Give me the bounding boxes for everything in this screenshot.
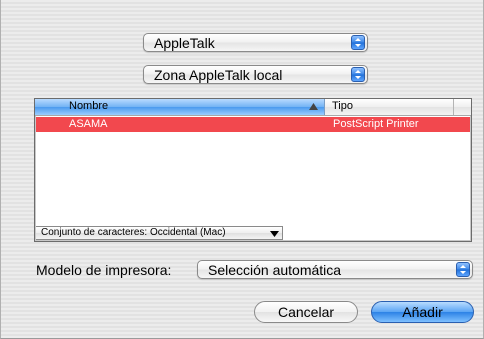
zone-popup[interactable]: Zona AppleTalk local bbox=[143, 65, 368, 84]
cancel-button[interactable]: Cancelar bbox=[254, 301, 358, 323]
list-header: Nombre Tipo bbox=[35, 99, 471, 116]
model-popup-value: Selección automática bbox=[208, 262, 342, 278]
column-header-nombre[interactable]: Nombre bbox=[35, 99, 325, 115]
chevron-down-icon bbox=[270, 231, 279, 237]
add-printer-sheet: AppleTalk Zona AppleTalk local Nombre Ti… bbox=[0, 0, 484, 339]
printer-type: PostScript Printer bbox=[333, 118, 419, 130]
popup-arrows-icon bbox=[351, 67, 365, 82]
protocol-popup[interactable]: AppleTalk bbox=[143, 33, 368, 52]
popup-arrows-icon bbox=[456, 262, 470, 277]
charset-popup-value: Conjunto de caracteres: Occidental (Mac) bbox=[41, 227, 226, 238]
zone-popup-value: Zona AppleTalk local bbox=[154, 67, 283, 83]
column-header-tipo[interactable]: Tipo bbox=[332, 100, 353, 112]
protocol-popup-value: AppleTalk bbox=[154, 35, 215, 51]
charset-popup[interactable]: Conjunto de caracteres: Occidental (Mac) bbox=[36, 226, 283, 240]
sort-ascending-icon bbox=[309, 103, 318, 110]
table-row[interactable]: ASAMA PostScript Printer bbox=[36, 117, 470, 132]
printer-name: ASAMA bbox=[69, 118, 108, 130]
model-label: Modelo de impresora: bbox=[36, 262, 172, 278]
add-button[interactable]: Añadir bbox=[371, 301, 474, 323]
printer-list[interactable]: Nombre Tipo ASAMA PostScript Printer Con… bbox=[34, 98, 472, 242]
column-divider bbox=[453, 99, 454, 115]
popup-arrows-icon bbox=[351, 35, 365, 50]
model-popup[interactable]: Selección automática bbox=[197, 260, 473, 279]
